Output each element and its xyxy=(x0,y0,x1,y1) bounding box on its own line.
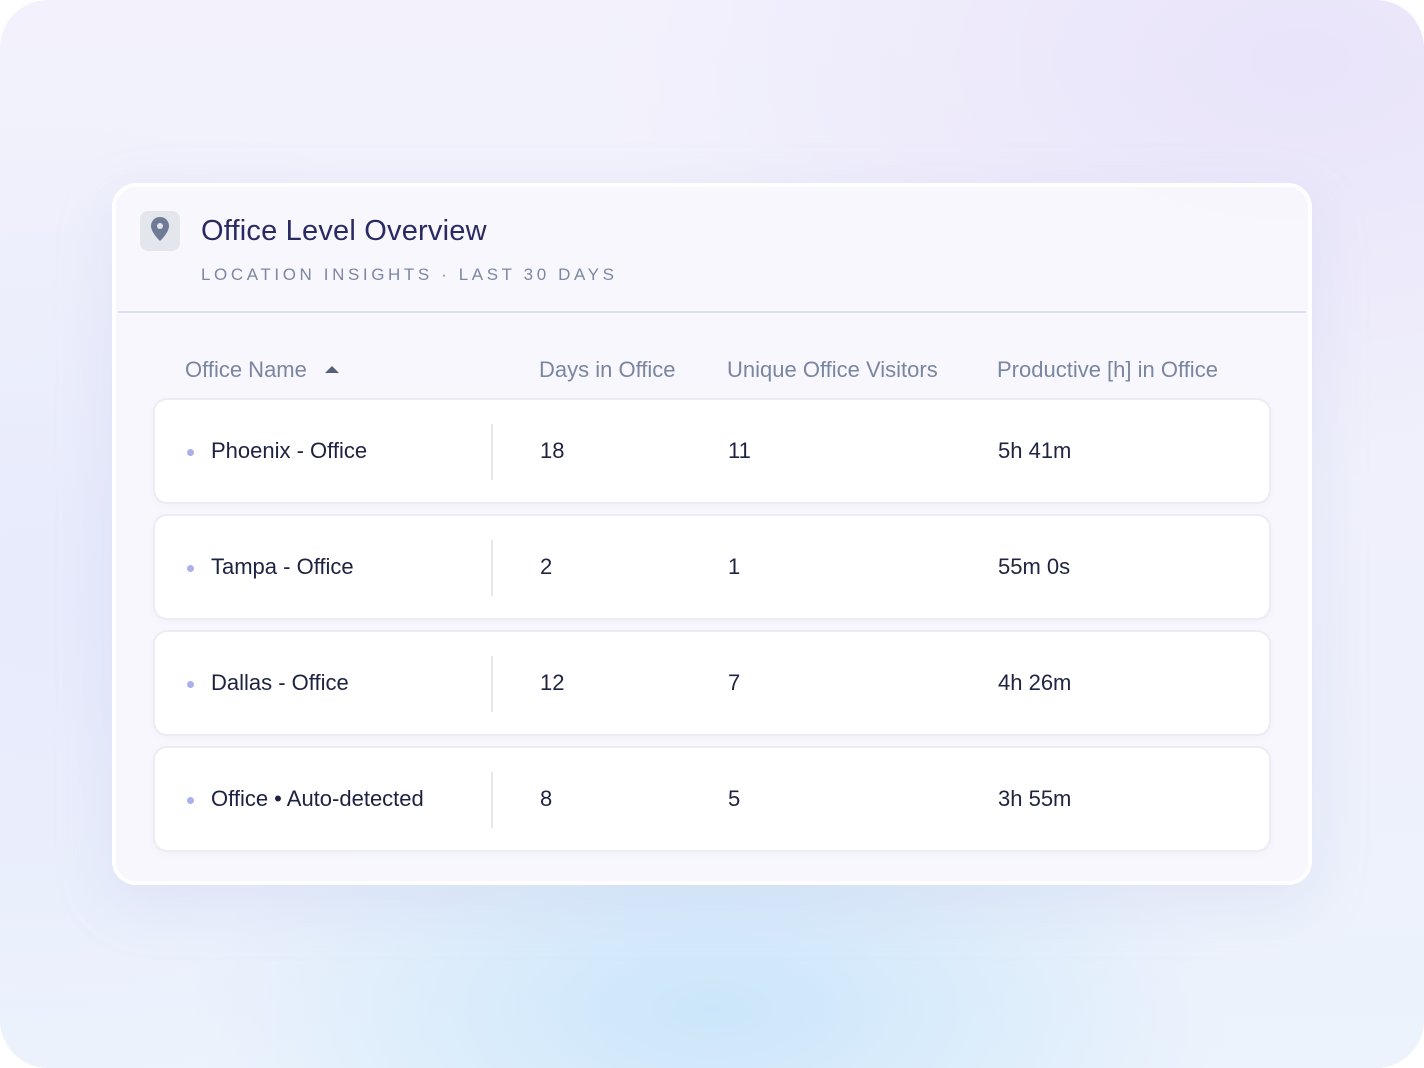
row-bullet-icon xyxy=(187,565,194,572)
row-separator xyxy=(491,540,493,596)
column-header-productive-hours[interactable]: Productive [h] in Office xyxy=(997,357,1218,383)
productive-hours-value: 55m 0s xyxy=(998,554,1071,579)
productive-hours-value: 4h 26m xyxy=(998,670,1072,695)
column-header-office-name[interactable]: Office Name xyxy=(185,357,339,383)
card-subtitle: LOCATION INSIGHTS · LAST 30 DAYS xyxy=(201,265,618,284)
row-separator xyxy=(491,772,493,828)
sort-ascending-icon[interactable] xyxy=(324,366,339,373)
row-separator xyxy=(491,424,493,480)
unique-visitors-value: 11 xyxy=(728,438,751,463)
unique-visitors-value: 1 xyxy=(728,554,741,579)
days-in-office-value: 18 xyxy=(540,438,565,463)
card-header: Office Level Overview LOCATION INSIGHTS … xyxy=(116,187,1308,315)
table-row[interactable]: Phoenix - Office 18 11 5h 41m xyxy=(153,398,1271,504)
unique-visitors-value: 7 xyxy=(728,670,741,695)
row-bullet-icon xyxy=(187,681,194,688)
unique-visitors-value: 5 xyxy=(728,786,741,811)
table-row[interactable]: Tampa - Office 2 1 55m 0s xyxy=(153,514,1271,620)
row-bullet-icon xyxy=(187,449,194,456)
days-in-office-value: 8 xyxy=(540,786,553,811)
office-name: Office • Auto-detected xyxy=(211,786,424,811)
productive-hours-value: 3h 55m xyxy=(998,786,1072,811)
column-header-unique-visitors[interactable]: Unique Office Visitors xyxy=(727,357,938,383)
location-badge xyxy=(140,211,180,251)
office-name: Phoenix - Office xyxy=(211,438,368,463)
row-separator xyxy=(491,656,493,712)
office-name: Tampa - Office xyxy=(211,554,354,579)
map-pin-icon xyxy=(149,216,171,247)
office-overview-card: Office Level Overview LOCATION INSIGHTS … xyxy=(112,183,1312,885)
header-divider xyxy=(118,311,1306,313)
table-row[interactable]: Dallas - Office 12 7 4h 26m xyxy=(153,630,1271,736)
productive-hours-value: 5h 41m xyxy=(998,438,1072,463)
row-bullet-icon xyxy=(187,797,194,804)
office-name: Dallas - Office xyxy=(211,670,349,695)
days-in-office-value: 2 xyxy=(540,554,553,579)
column-header-days-in-office[interactable]: Days in Office xyxy=(539,357,676,383)
table-row[interactable]: Office • Auto-detected 8 5 3h 55m xyxy=(153,746,1271,852)
days-in-office-value: 12 xyxy=(540,670,565,695)
page-background: Office Level Overview LOCATION INSIGHTS … xyxy=(0,0,1424,1068)
column-header-label: Office Name xyxy=(185,357,307,382)
card-title: Office Level Overview xyxy=(201,215,487,247)
